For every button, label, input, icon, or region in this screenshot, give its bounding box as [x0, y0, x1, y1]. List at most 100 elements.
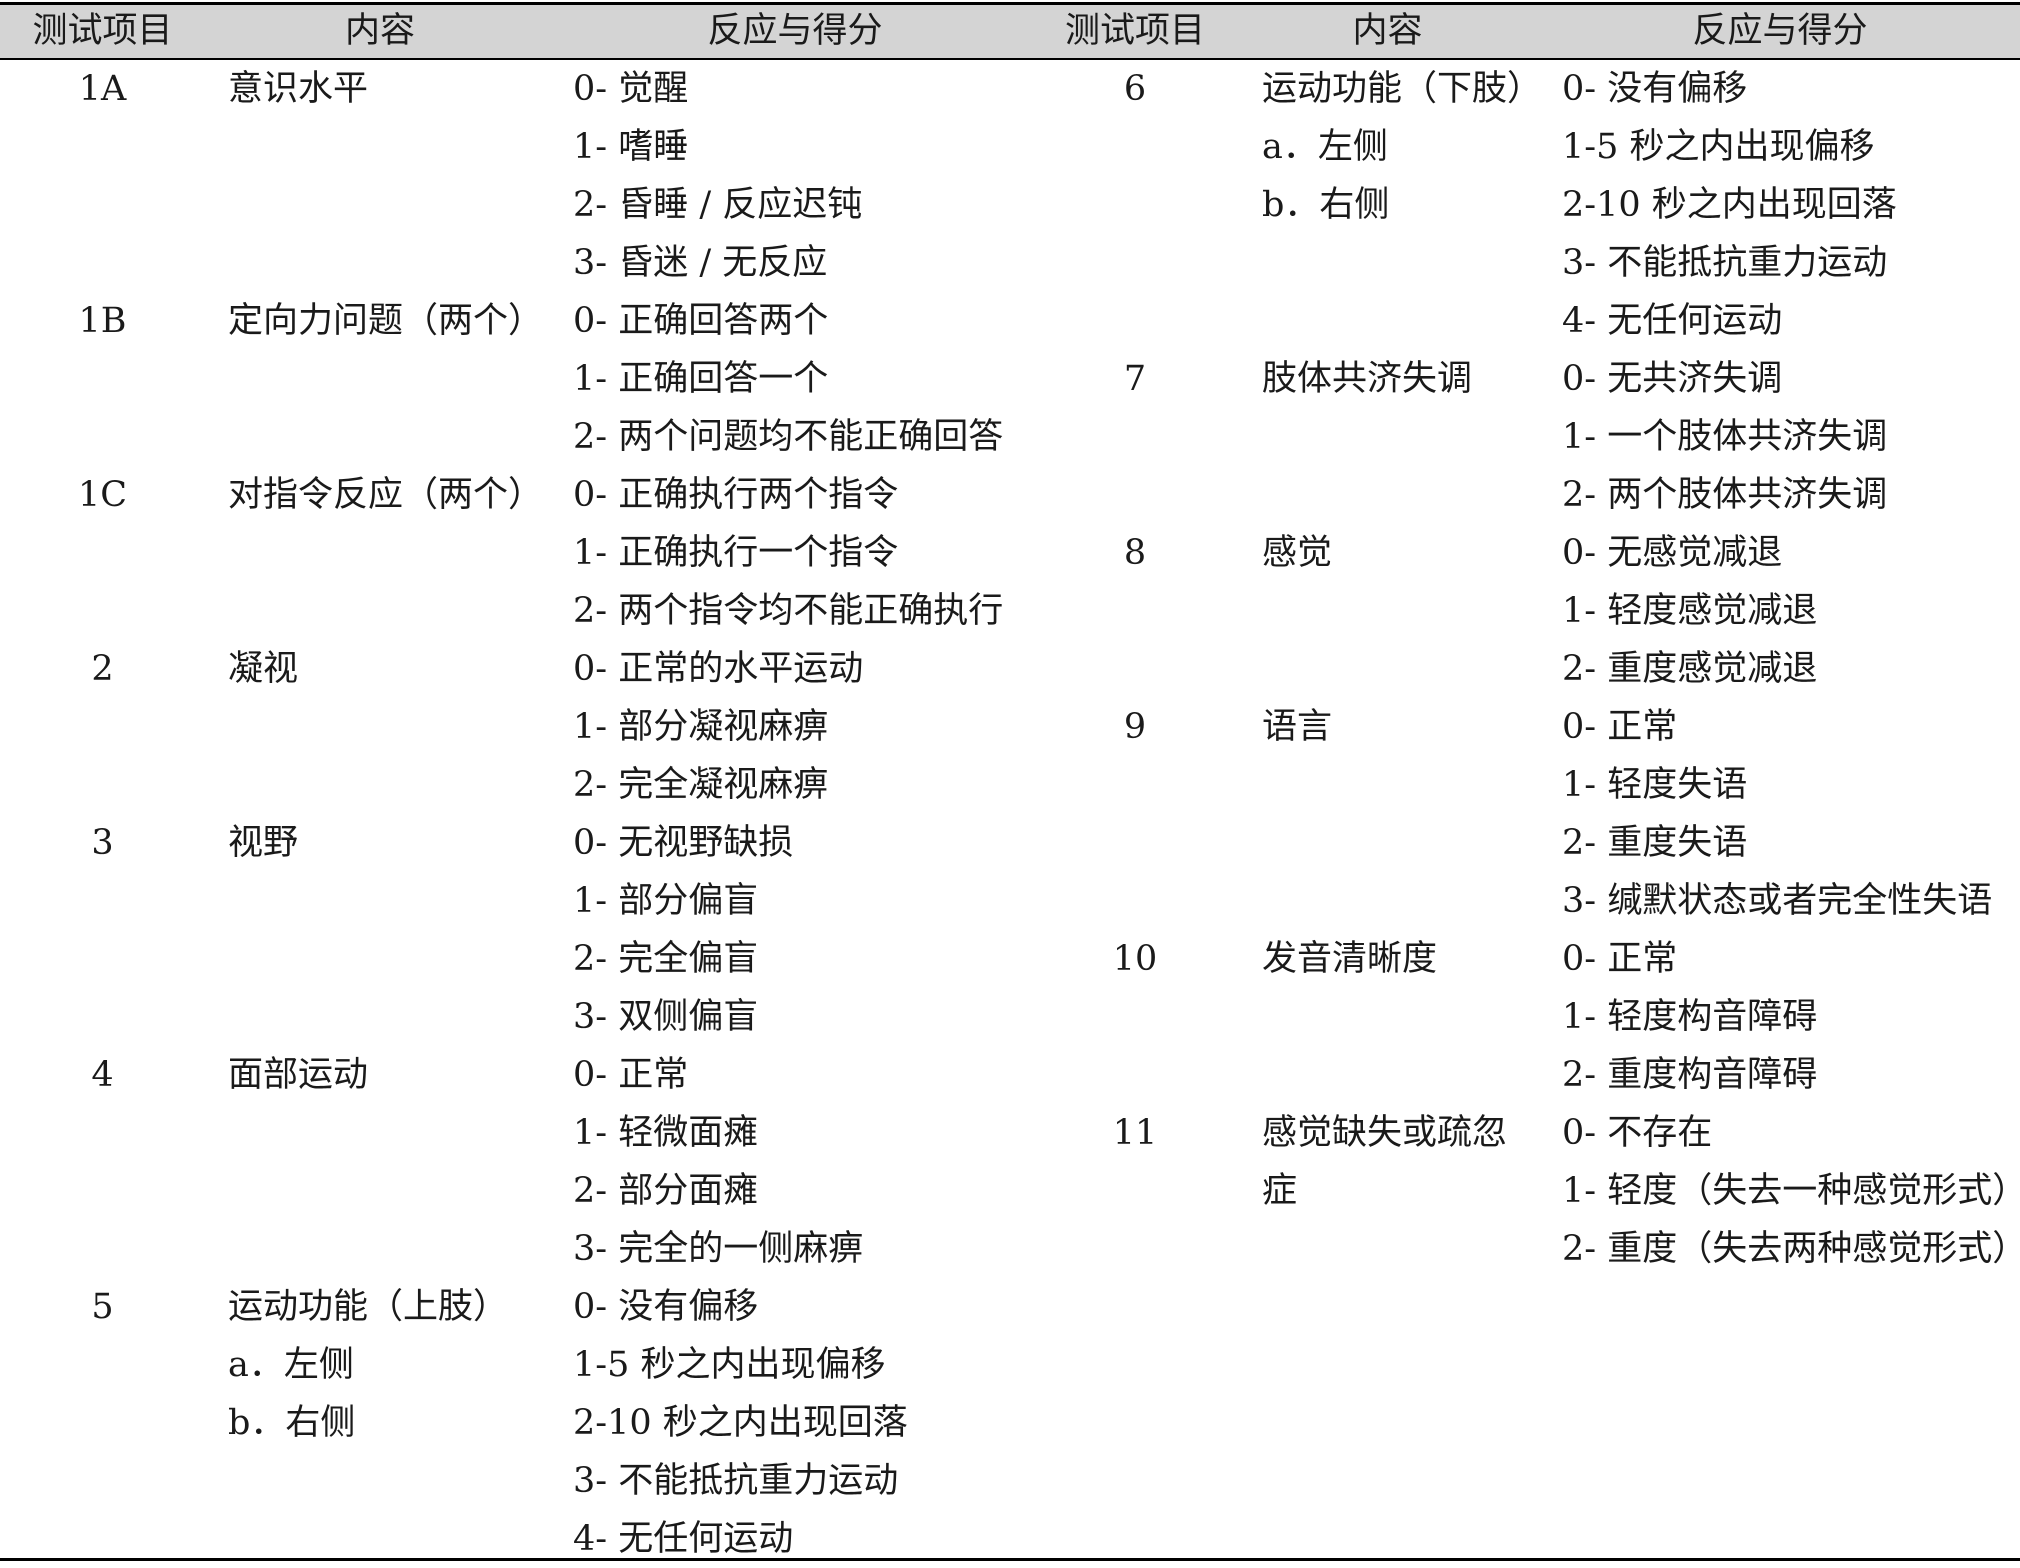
test-item-cell: [1035, 1046, 1235, 1104]
test-item-cell: [1035, 988, 1235, 1046]
right-table-row: 1- 轻度感觉减退: [0, 582, 2020, 640]
score-cell: 0- 正常: [1562, 939, 1678, 979]
score-cell: 1- 轻度感觉减退: [1562, 591, 1818, 631]
score-cell: 4- 无任何运动: [1562, 301, 1783, 341]
content-cell: b．右侧: [1262, 185, 1390, 225]
content-cell: [1262, 408, 1537, 466]
left-table-row: b．右侧 2-10 秒之内出现回落: [0, 1394, 2020, 1452]
content-cell: [1262, 756, 1537, 814]
score-cell: 3- 不能抵抗重力运动: [1562, 243, 1888, 283]
score-cell: 2-10 秒之内出现回落: [1562, 185, 1897, 225]
content-cell: a．左侧: [1262, 127, 1388, 167]
right-table-row: 4- 无任何运动: [0, 292, 2020, 350]
content-cell: [1262, 640, 1537, 698]
right-table-row: b．右侧 2-10 秒之内出现回落: [0, 176, 2020, 234]
test-item-cell: [1035, 466, 1235, 524]
test-item-cell: [1035, 408, 1235, 466]
test-item-cell: [1035, 872, 1235, 930]
score-cell: 2- 重度失语: [1562, 823, 1748, 863]
score-cell: 1-5 秒之内出现偏移: [1562, 127, 1875, 167]
right-table-row: 8 感觉 0- 无感觉减退: [0, 524, 2020, 582]
test-item-cell: 9: [1123, 707, 1147, 747]
header-score-right: 反应与得分: [1692, 11, 1868, 51]
score-cell: 0- 不存在: [1562, 1113, 1713, 1153]
right-table-row: 1- 一个肢体共济失调: [0, 408, 2020, 466]
score-cell: 2- 重度（失去两种感觉形式）: [1562, 1229, 2020, 1269]
right-table-row: 3- 缄默状态或者完全性失语: [0, 872, 2020, 930]
test-item-cell: [1035, 118, 1235, 176]
test-item-cell: [1035, 1162, 1235, 1220]
content-cell: 症: [1262, 1171, 1298, 1211]
score-cell: 0- 没有偏移: [1562, 69, 1748, 109]
content-cell: 肢体共济失调: [1262, 359, 1473, 399]
score-cell: 3- 不能抵抗重力运动: [573, 1461, 899, 1501]
left-table-row: 3- 不能抵抗重力运动: [0, 1452, 2020, 1510]
content-cell: a．左侧: [228, 1345, 354, 1385]
header-content-right: 内容: [1352, 11, 1423, 51]
right-table-row: 9 语言 0- 正常: [0, 698, 2020, 756]
right-table-row: 11 感觉缺失或疏忽 0- 不存在: [0, 1104, 2020, 1162]
score-cell: 1- 轻度失语: [1562, 765, 1748, 805]
score-cell: 1-5 秒之内出现偏移: [573, 1345, 886, 1385]
content-cell: [1262, 466, 1537, 524]
right-table-row: 2- 重度（失去两种感觉形式）: [0, 1220, 2020, 1278]
score-cell: 1- 一个肢体共济失调: [1562, 417, 1888, 457]
test-item-cell: [1035, 814, 1235, 872]
score-cell: 0- 正常: [1562, 707, 1678, 747]
content-cell: 感觉缺失或疏忽: [1262, 1113, 1508, 1153]
left-table-row: a．左侧 1-5 秒之内出现偏移: [0, 1336, 2020, 1394]
content-cell: [1262, 814, 1537, 872]
left-table-row: 5 运动功能（上肢） 0- 没有偏移: [0, 1278, 2020, 1336]
content-cell: 运动功能（上肢）: [228, 1287, 509, 1327]
content-cell: [1262, 1220, 1537, 1278]
test-item-cell: [0, 1394, 205, 1452]
right-table-row: 1- 轻度失语: [0, 756, 2020, 814]
content-cell: 感觉: [1262, 533, 1333, 573]
right-table-row: 2- 重度感觉减退: [0, 640, 2020, 698]
header-score-left: 反应与得分: [707, 11, 883, 51]
content-cell: [1262, 234, 1537, 292]
right-table-row: 2- 重度失语: [0, 814, 2020, 872]
test-item-cell: 10: [1112, 939, 1158, 979]
test-item-cell: [1035, 1220, 1235, 1278]
right-table-row: 7 肢体共济失调 0- 无共济失调: [0, 350, 2020, 408]
header-content-left: 内容: [344, 11, 415, 51]
content-cell: [1262, 292, 1537, 350]
test-item-cell: 8: [1123, 533, 1147, 573]
test-item-cell: [1035, 234, 1235, 292]
right-table-row: 2- 两个肢体共济失调: [0, 466, 2020, 524]
content-cell: [1262, 582, 1537, 640]
score-cell: 0- 无感觉减退: [1562, 533, 1783, 573]
score-cell: 3- 缄默状态或者完全性失语: [1562, 881, 1993, 921]
test-item-cell: 7: [1123, 359, 1147, 399]
test-item-cell: [1035, 292, 1235, 350]
right-table-row: a．左侧 1-5 秒之内出现偏移: [0, 118, 2020, 176]
score-cell: 2-10 秒之内出现回落: [573, 1403, 908, 1443]
right-table-row: 6 运动功能（下肢） 0- 没有偏移: [0, 60, 2020, 118]
header-test-item-left: 测试项目: [32, 11, 173, 51]
score-cell: 2- 重度感觉减退: [1562, 649, 1818, 689]
test-item-cell: [0, 1452, 205, 1510]
content-cell: 发音清晰度: [1262, 939, 1438, 979]
content-cell: [1262, 988, 1537, 1046]
right-table-row: 2- 重度构音障碍: [0, 1046, 2020, 1104]
content-cell: 语言: [1262, 707, 1333, 747]
test-item-cell: [1035, 640, 1235, 698]
score-cell: 2- 两个肢体共济失调: [1562, 475, 1888, 515]
score-cell: 1- 轻度构音障碍: [1562, 997, 1818, 1037]
test-item-cell: [1035, 176, 1235, 234]
test-item-cell: [1035, 582, 1235, 640]
test-item-cell: [0, 1336, 205, 1394]
content-cell: [1262, 1046, 1537, 1104]
test-item-cell: 6: [1123, 69, 1147, 109]
score-cell: 0- 没有偏移: [573, 1287, 759, 1327]
test-item-cell: 11: [1112, 1113, 1158, 1153]
score-cell: 1- 轻度（失去一种感觉形式）: [1562, 1171, 2020, 1211]
content-cell: b．右侧: [228, 1403, 356, 1443]
header-test-item-right: 测试项目: [1064, 11, 1205, 51]
content-cell: 运动功能（下肢）: [1262, 69, 1543, 109]
content-cell: [228, 1452, 558, 1510]
test-item-cell: 5: [91, 1287, 114, 1327]
score-cell: 2- 重度构音障碍: [1562, 1055, 1818, 1095]
right-table-row: 1- 轻度构音障碍: [0, 988, 2020, 1046]
